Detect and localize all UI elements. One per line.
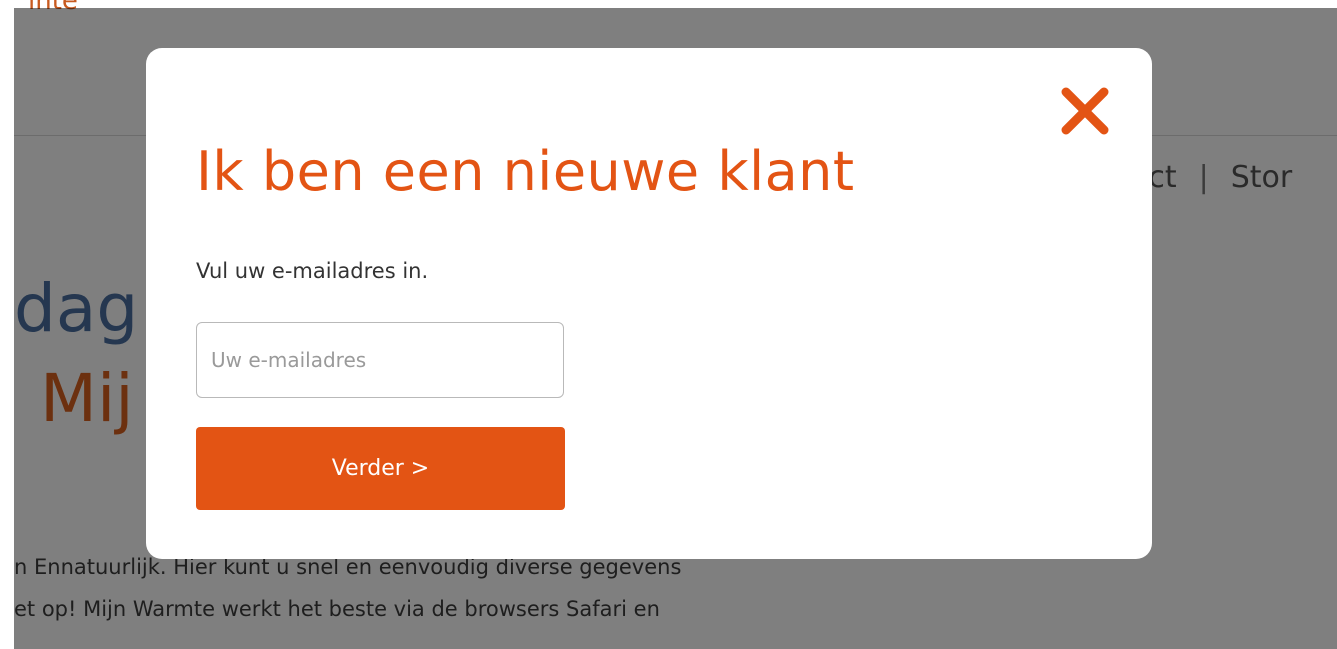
close-button[interactable] <box>1058 84 1112 138</box>
new-customer-modal: Ik ben een nieuwe klant Vul uw e-mailadr… <box>146 48 1152 559</box>
email-input[interactable] <box>196 322 564 398</box>
continue-button[interactable]: Verder > <box>196 427 565 510</box>
modal-title: Ik ben een nieuwe klant <box>196 140 855 203</box>
left-edge-strip <box>0 0 14 649</box>
close-icon <box>1061 87 1109 135</box>
email-instruction: Vul uw e-mailadres in. <box>196 259 429 283</box>
viewport: ınte act|Stor dag Mij n Ennatuurlijk. Hi… <box>0 0 1337 649</box>
